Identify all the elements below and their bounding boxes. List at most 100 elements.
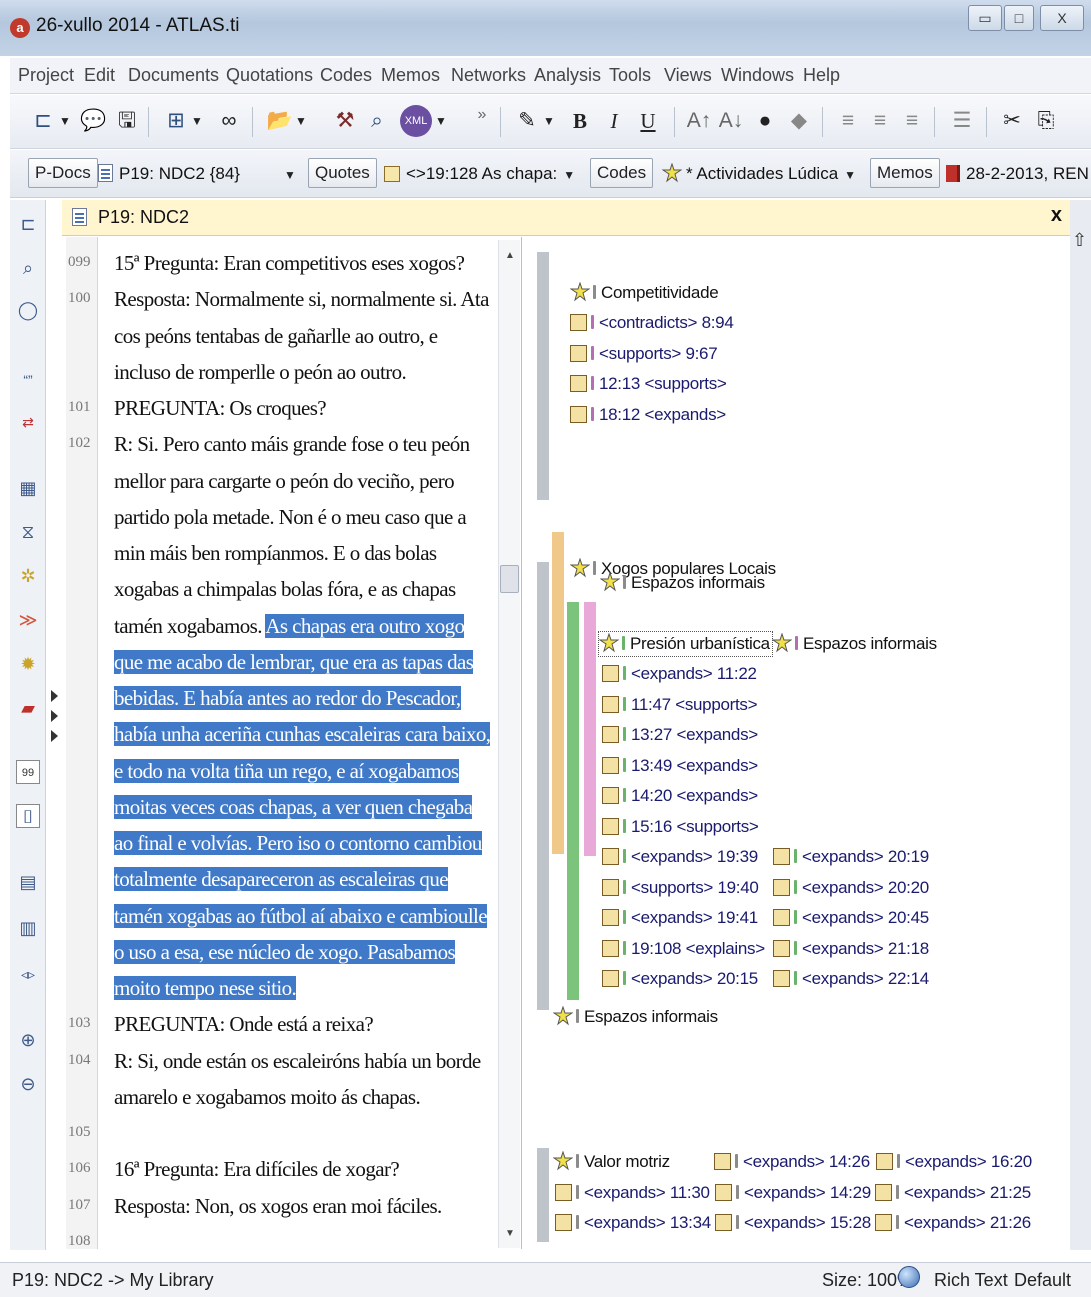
selected-quotation-text[interactable]: había unha aceriña cunhas escaleiras car… (114, 722, 491, 746)
comment-icon[interactable]: ◯ (16, 298, 40, 322)
eraser-icon[interactable]: ◆ (786, 105, 812, 137)
zoom-in-icon[interactable]: ⊕ (16, 1028, 40, 1052)
close-document-button[interactable]: x (1051, 204, 1062, 227)
bullet-list-icon[interactable]: ☰ (950, 105, 974, 137)
menu-memos[interactable]: Memos (381, 65, 440, 86)
menu-tools[interactable]: Tools (609, 65, 651, 86)
margin-quotation[interactable]: <supports> 9:67 (570, 342, 718, 366)
margin-quotation[interactable]: 11:47 <supports> (602, 693, 758, 717)
quote-marks-icon[interactable]: “” (16, 368, 40, 392)
maximize-button[interactable]: □ (1004, 5, 1034, 31)
margin-quotation[interactable]: <expands> 13:34 (555, 1211, 711, 1235)
code-in-vivo-icon[interactable]: ⧖ (16, 520, 40, 544)
sound-icon[interactable]: ◃▹ (16, 962, 40, 986)
margin-bracket-green[interactable] (567, 602, 579, 1000)
document-line[interactable]: 16ª Pregunta: Era difíciles de xogar? (114, 1154, 400, 1186)
expand-panel-icon[interactable]: ⇧ (1072, 230, 1087, 251)
document-line[interactable]: min máis ben rompíanmos. E o das bolas (114, 538, 437, 570)
dropdown-arrow-icon[interactable]: ▼ (542, 105, 556, 137)
line-numbers-icon[interactable]: 99 (16, 760, 40, 784)
menu-documents[interactable]: Documents (128, 65, 219, 86)
margin-quotation[interactable]: <expands> 20:45 (773, 906, 929, 930)
document-line[interactable]: o uso a esa, ese núcleo de xogo. Pasabam… (114, 937, 456, 969)
margin-quotation[interactable]: <expands> 21:26 (875, 1211, 1031, 1235)
document-line[interactable]: había unha aceriña cunhas escaleiras car… (114, 719, 491, 751)
quick-code-icon[interactable]: ≫ (16, 608, 40, 632)
document-line[interactable]: cos peóns tentabas de gañarlle ao outro,… (114, 321, 438, 353)
margin-toggle-icon[interactable]: ⌷ (16, 804, 40, 828)
document-line[interactable]: R: Si. Pero canto máis grande fose o teu… (114, 429, 470, 461)
margin-quotation[interactable]: <expands> 14:26 (714, 1150, 870, 1174)
margin-quotation[interactable]: <expands> 20:15 (602, 967, 758, 991)
document-line[interactable]: partido pola metade. Non é o meu caso qu… (114, 502, 467, 534)
document-line[interactable]: Resposta: Normalmente si, normalmente si… (114, 284, 489, 316)
font-grow-icon[interactable]: A↑ (686, 105, 712, 137)
query-tool-icon[interactable]: ⚒ (332, 105, 358, 137)
margin-bracket-orange[interactable] (552, 532, 564, 854)
margin-code[interactable]: Espazos informais (552, 1005, 718, 1029)
copy-icon[interactable]: ⎘ (1034, 105, 1058, 137)
code-tree-icon[interactable]: ⊏ (16, 212, 40, 236)
document-line[interactable]: totalmente desapareceron as escaleiras q… (114, 864, 449, 896)
underline-button[interactable]: U (636, 105, 660, 137)
layout-icon[interactable]: ▥ (16, 916, 40, 940)
document-line[interactable]: R: Si, onde están os escaleiróns había u… (114, 1046, 481, 1078)
menu-windows[interactable]: Windows (721, 65, 794, 86)
margin-quotation[interactable]: <expands> 19:41 (602, 906, 758, 930)
word-cruncher-icon[interactable]: ⌕ (364, 105, 390, 137)
margin-code[interactable]: Espazos informais (771, 632, 937, 656)
save-icon[interactable]: 🖫 (114, 105, 140, 137)
document-line[interactable]: mellor para cargarte o peón do veciño, p… (114, 466, 455, 498)
document-line[interactable]: tamén xogabamos. As chapas era outro xog… (114, 611, 465, 643)
margin-quotation[interactable]: <expands> 20:19 (773, 845, 929, 869)
magnifier-icon[interactable]: ⌕ (16, 256, 40, 280)
vertical-scrollbar[interactable]: ▲ ▼ (498, 240, 520, 1248)
menu-project[interactable]: Project (18, 65, 74, 86)
margin-quotation[interactable]: <supports> 19:40 (602, 876, 759, 900)
bold-button[interactable]: B (568, 105, 592, 137)
document-line[interactable]: xogabas a chimpalas bolas fóra, e as cha… (114, 574, 456, 606)
margin-bracket-gray[interactable] (537, 562, 549, 1010)
code-by-list-icon[interactable]: ✲ (16, 564, 40, 588)
scrollbar-thumb[interactable] (500, 565, 519, 593)
margin-code-selected[interactable]: Presión urbanística (598, 631, 773, 657)
margin-quotation[interactable]: <expands> 16:20 (876, 1150, 1032, 1174)
align-right-icon[interactable]: ≡ (900, 105, 924, 137)
code-selector[interactable]: * Actividades Lúdica ▼ (662, 160, 856, 188)
dropdown-arrow-icon[interactable]: ▼ (294, 105, 308, 137)
dropdown-arrow-icon[interactable]: ▼ (58, 105, 72, 137)
margin-quotation[interactable]: <expands> 11:30 (555, 1181, 710, 1205)
selected-quotation-text[interactable]: que me acabo de lembrar, que era as tapa… (114, 650, 474, 674)
align-center-icon[interactable]: ≡ (868, 105, 892, 137)
document-line[interactable]: moitas veces coas chapas, a ver quen che… (114, 792, 473, 824)
italic-button[interactable]: I (602, 105, 626, 137)
menu-analysis[interactable]: Analysis (534, 65, 601, 86)
document-line[interactable]: bebidas. E había antes ao redor do Pesca… (114, 683, 461, 715)
menu-views[interactable]: Views (664, 65, 712, 86)
autocode-icon[interactable]: ✹ (16, 652, 40, 676)
open-coding-icon[interactable]: ▦ (16, 476, 40, 500)
codes-button[interactable]: Codes (590, 158, 654, 188)
cut-icon[interactable]: ✂ (1000, 105, 1024, 137)
margin-code[interactable]: Valor motriz (552, 1150, 670, 1174)
memo-selector[interactable]: 28-2-2013, REN▼ (946, 160, 1091, 188)
document-line[interactable]: incluso de romperlle o peón ao outro. (114, 357, 407, 389)
minimize-button[interactable]: ▭ (968, 5, 1002, 31)
document-line[interactable]: 15ª Pregunta: Eran competitivos eses xog… (114, 248, 465, 280)
pdoc-selector[interactable]: P19: NDC2 {84} ▼ (98, 160, 296, 188)
margin-quotation[interactable]: <expands> 21:18 (773, 937, 929, 961)
document-line[interactable]: tamén xogabas ao fútbol aí abaixo e camb… (114, 901, 488, 933)
selected-quotation-text[interactable]: As chapas era outro xogo (265, 614, 465, 638)
margin-quotation[interactable]: <expands> 19:39 (602, 845, 758, 869)
margin-quotation[interactable]: <expands> 15:28 (715, 1211, 871, 1235)
document-line[interactable]: Resposta: Non, os xogos eran moi fáciles… (114, 1191, 442, 1223)
document-family-icon[interactable]: ⊞ (162, 105, 190, 137)
margin-bracket-gray[interactable] (537, 1148, 549, 1242)
quote-link-icon[interactable]: ⇄ (16, 410, 40, 434)
pen-icon[interactable]: ✎ (514, 105, 540, 137)
margin-quotation[interactable]: 18:12 <expands> (570, 403, 726, 427)
selected-quotation-text[interactable]: e todo na volta tiña un rego, e aí xogab… (114, 759, 459, 783)
memo-icon[interactable]: ▰ (16, 696, 40, 720)
project-tree-icon[interactable]: ⊏ (28, 105, 58, 137)
xml-icon[interactable]: XML (400, 105, 432, 137)
